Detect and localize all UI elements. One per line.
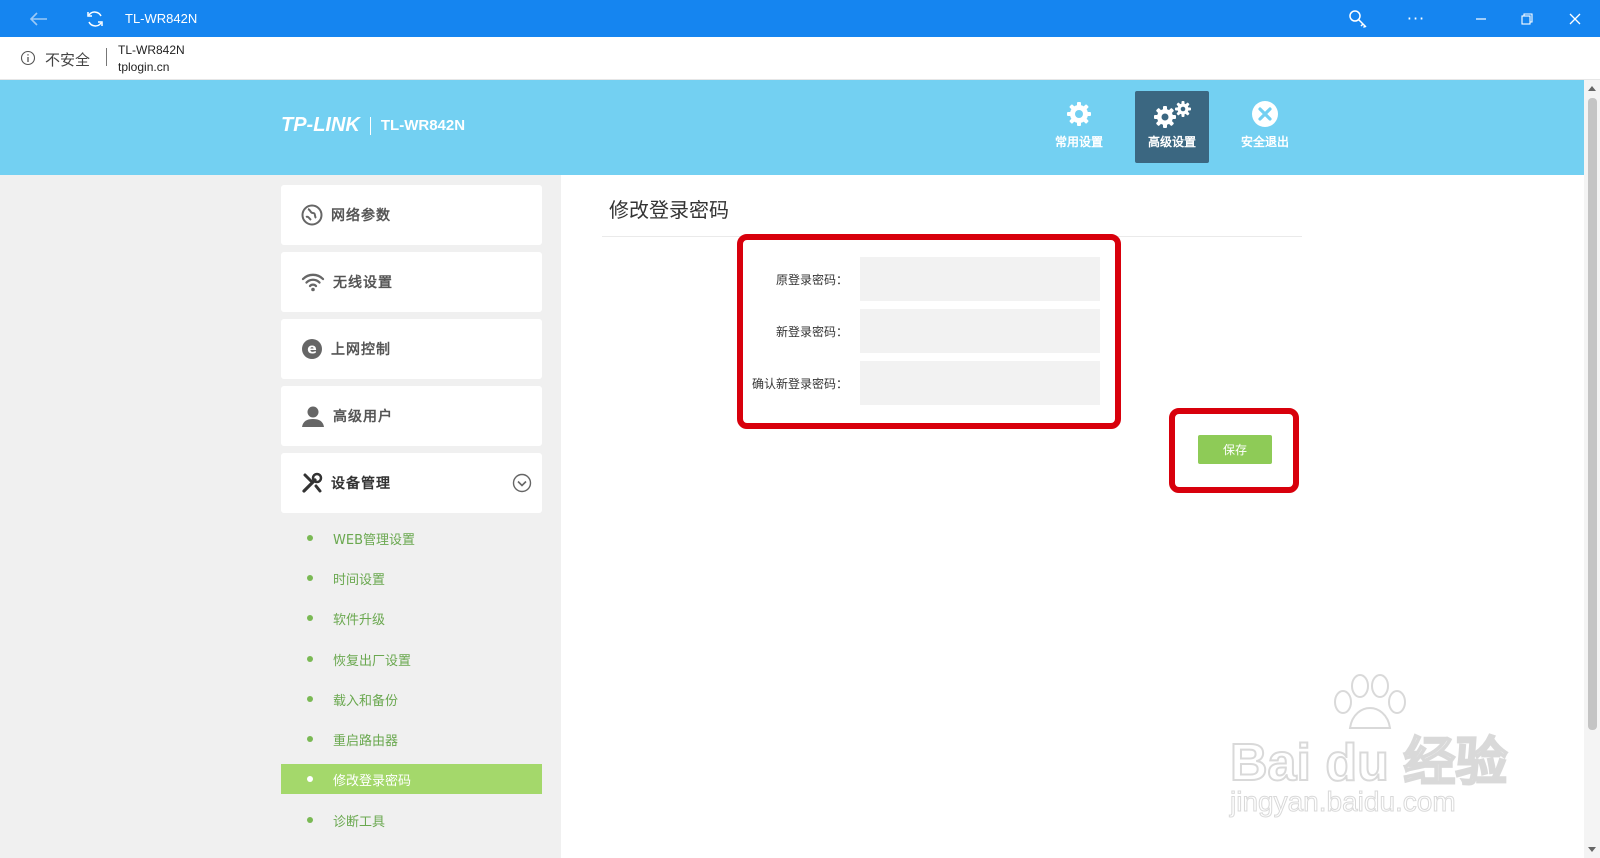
submenu-label: 诊断工具 xyxy=(333,814,386,830)
scroll-down-arrow[interactable] xyxy=(1588,847,1596,852)
gear-icon xyxy=(1067,102,1091,126)
sidebar-item-advanced-user[interactable]: 高级用户 xyxy=(281,386,542,446)
page-title: 修改登录密码 xyxy=(609,198,729,222)
sidebar-item-label: 高级用户 xyxy=(333,409,393,425)
new-password-input[interactable] xyxy=(860,309,1100,353)
back-button[interactable] xyxy=(22,0,56,37)
submenu-factory-reset[interactable]: 恢复出厂设置 xyxy=(281,644,542,674)
logout-icon xyxy=(1252,101,1278,127)
restore-icon xyxy=(1521,12,1533,25)
minimize-button[interactable] xyxy=(1464,0,1498,37)
svg-text:e: e xyxy=(307,342,317,358)
new-password-row: 新登录密码： xyxy=(740,309,1100,353)
confirm-password-input[interactable] xyxy=(860,361,1100,405)
key-button[interactable] xyxy=(1340,0,1376,37)
new-password-label: 新登录密码： xyxy=(775,325,848,339)
bullet-dot xyxy=(307,776,313,782)
bullet-dot xyxy=(307,575,313,581)
vertical-scrollbar[interactable] xyxy=(1584,80,1600,858)
confirm-password-label: 确认新登录密码： xyxy=(751,377,848,391)
nav-logout[interactable]: 安全退出 xyxy=(1228,91,1302,163)
bullet-dot xyxy=(307,817,313,823)
nav-advanced-settings[interactable]: 高级设置 xyxy=(1135,91,1209,163)
old-password-input[interactable] xyxy=(860,257,1100,301)
internet-e-icon: e xyxy=(302,339,322,359)
scroll-up-arrow[interactable] xyxy=(1588,86,1596,91)
browser-titlebar: TL-WR842N ··· xyxy=(0,0,1600,37)
bullet-dot xyxy=(307,535,313,541)
sidebar-item-network[interactable]: 网络参数 xyxy=(281,185,542,245)
brand-name: TP-LINK xyxy=(281,114,360,136)
bullet-dot xyxy=(307,656,313,662)
arrow-left-icon xyxy=(30,11,47,26)
submenu-label: 时间设置 xyxy=(333,572,386,588)
submenu-diagnostic-tools[interactable]: 诊断工具 xyxy=(281,805,542,835)
submenu-label: 修改登录密码 xyxy=(333,773,412,789)
submenu-label: WEB管理设置 xyxy=(333,532,415,548)
browser-tab-title: TL-WR842N xyxy=(125,11,198,26)
submenu-firmware-upgrade[interactable]: 软件升级 xyxy=(281,603,542,633)
submenu-time-settings[interactable]: 时间设置 xyxy=(281,563,542,593)
submenu-reboot-router[interactable]: 重启路由器 xyxy=(281,724,542,754)
site-url[interactable]: tplogin.cn xyxy=(118,60,169,74)
sidebar: 网络参数 无线设置 e 上网控制 高级用户 设备管理 WEB管理设置 时间设置 … xyxy=(0,175,561,858)
sidebar-item-internet-control[interactable]: e 上网控制 xyxy=(281,319,542,379)
logo-divider xyxy=(369,116,371,135)
close-button[interactable] xyxy=(1558,0,1592,37)
nav-common-settings[interactable]: 常用设置 xyxy=(1042,91,1116,163)
sidebar-item-label: 无线设置 xyxy=(333,275,393,291)
scroll-thumb[interactable] xyxy=(1588,98,1597,730)
submenu-web-management[interactable]: WEB管理设置 xyxy=(281,523,542,553)
close-icon xyxy=(1569,13,1581,24)
more-button[interactable]: ··· xyxy=(1398,0,1434,37)
restore-button[interactable] xyxy=(1510,0,1544,37)
key-icon xyxy=(1349,9,1367,28)
bullet-dot xyxy=(307,696,313,702)
chevron-down-icon[interactable] xyxy=(512,473,532,493)
submenu-label: 载入和备份 xyxy=(333,693,399,709)
address-separator xyxy=(106,48,107,66)
sidebar-item-wireless[interactable]: 无线设置 xyxy=(281,252,542,312)
submenu-label: 软件升级 xyxy=(333,612,386,628)
info-icon[interactable] xyxy=(20,50,36,66)
tools-icon xyxy=(302,472,323,493)
nav-logout-label: 安全退出 xyxy=(1240,135,1289,149)
refresh-button[interactable] xyxy=(78,0,112,37)
globe-icon xyxy=(301,204,323,226)
minimize-icon xyxy=(1476,17,1486,20)
submenu-label: 恢复出厂设置 xyxy=(333,653,412,669)
submenu-load-backup[interactable]: 载入和备份 xyxy=(281,684,542,714)
watermark-url: jingyan.baidu.com xyxy=(1230,786,1457,818)
security-label[interactable]: 不安全 xyxy=(45,49,90,70)
sidebar-item-label: 上网控制 xyxy=(331,342,391,358)
sidebar-item-label: 网络参数 xyxy=(331,208,391,224)
baidu-watermark: Bai du 经验 jingyan.baidu.com xyxy=(1225,674,1525,830)
submenu-change-password[interactable]: 修改登录密码 xyxy=(281,764,542,794)
brand-logo: TP-LINK TL-WR842N xyxy=(281,114,465,137)
gears-icon xyxy=(1154,101,1191,128)
sidebar-item-label: 设备管理 xyxy=(331,476,391,492)
old-password-row: 原登录密码： xyxy=(740,257,1100,301)
confirm-password-row: 确认新登录密码： xyxy=(740,361,1100,405)
bullet-dot xyxy=(307,736,313,742)
address-bar: 不安全 TL-WR842N tplogin.cn xyxy=(0,37,1600,80)
sidebar-item-device-management[interactable]: 设备管理 xyxy=(281,453,542,513)
router-header: TP-LINK TL-WR842N 常用设置 高级设置 安全退出 xyxy=(0,80,1584,175)
old-password-label: 原登录密码： xyxy=(775,273,848,287)
wifi-icon xyxy=(301,273,325,292)
refresh-icon xyxy=(87,10,103,27)
model-name: TL-WR842N xyxy=(380,117,466,134)
nav-advanced-label: 高级设置 xyxy=(1147,135,1196,149)
site-name[interactable]: TL-WR842N xyxy=(118,43,185,57)
watermark-main-text: Bai du 经验 xyxy=(1229,733,1508,793)
bullet-dot xyxy=(307,615,313,621)
submenu-label: 重启路由器 xyxy=(333,733,399,749)
nav-common-label: 常用设置 xyxy=(1054,135,1103,149)
user-icon xyxy=(302,406,324,427)
save-button[interactable]: 保存 xyxy=(1198,435,1272,464)
